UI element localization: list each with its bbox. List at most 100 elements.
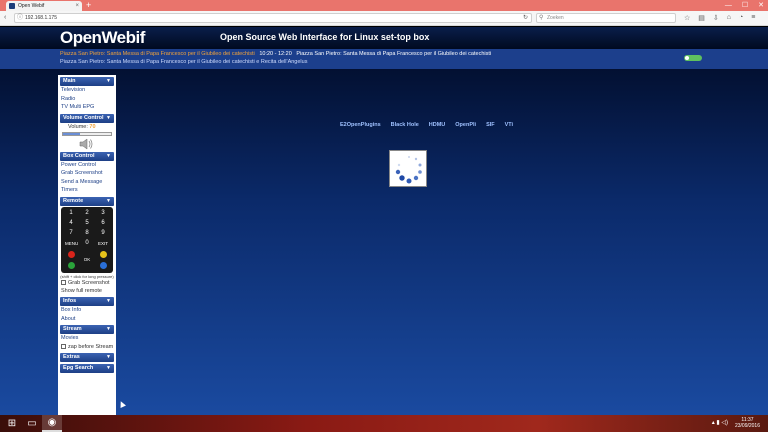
windows-start-icon[interactable]: ⊞ [2,415,22,432]
link-vti[interactable]: VTi [505,122,513,128]
star-icon[interactable]: ☆ [684,14,690,22]
remote-red-button[interactable] [68,250,75,258]
grab-screenshot-checkbox[interactable]: Grab Screenshot [58,279,116,287]
zap-before-stream-checkbox[interactable]: zap before Stream [58,343,116,351]
collapse-arrow-icon[interactable]: ▼ [106,297,111,306]
section-label: Volume Control [63,114,104,121]
section-header-volume[interactable]: Volume Control ▼ [60,113,114,123]
download-icon[interactable]: ⇩ [713,14,719,22]
remote-yellow-button[interactable] [100,250,107,258]
volume-label: Volume: [68,123,88,130]
sidebar-item-timers[interactable]: Timers [58,186,116,195]
section-label: Box Control [63,152,95,159]
section-label: Main [63,78,76,84]
collapse-arrow-icon[interactable]: ▼ [106,353,111,362]
sidebar-item-box-info[interactable]: Box Info [58,306,116,315]
remote-green-button[interactable] [68,261,75,269]
checkbox-icon[interactable] [61,344,66,349]
menu-icon[interactable]: ≡ [751,14,755,22]
file-explorer-icon[interactable]: ▭ [22,415,42,432]
sidebar-item-television[interactable]: Television [58,86,116,95]
link-black-hole[interactable]: Black Hole [391,122,419,128]
volume-slider[interactable] [62,131,112,136]
volume-value: 70 [89,123,96,130]
search-input[interactable]: ⚲ Zoeken [536,13,676,23]
openwebif-page: OpenWebif Open Source Web Interface for … [0,27,768,415]
now-playing-description: Piazza San Pietro: Santa Messa di Papa F… [60,59,308,65]
address-bar[interactable]: ⓘ 192.168.1.175 ↻ [14,13,532,23]
sidebar-item-about[interactable]: About [58,315,116,324]
now-playing-bar: Piazza San Pietro: Santa Messa di Papa F… [0,49,768,69]
tab-title: Open Webif [18,3,45,9]
remote-key-5[interactable]: 5 [81,219,93,228]
spinner-icon [395,156,422,184]
firefox-taskbar-icon[interactable]: ◉ [42,415,62,432]
sidebar-item-grab-screenshot[interactable]: Grab Screenshot [58,169,116,178]
pocket-icon[interactable]: ◔ [739,14,743,22]
collapse-arrow-icon[interactable]: ▼ [106,152,111,161]
reading-list-icon[interactable]: ▤ [698,14,705,22]
link-e2openplugins[interactable]: E2OpenPlugins [340,122,381,128]
maximize-icon[interactable]: ☐ [742,0,748,11]
section-header-epg-search[interactable]: Epg Search ▼ [60,363,114,373]
remote-key-9[interactable]: 9 [97,229,109,238]
minimize-icon[interactable]: — [725,0,732,11]
section-header-extras[interactable]: Extras ▼ [60,352,114,362]
remote-key-8[interactable]: 8 [81,229,93,238]
section-header-remote[interactable]: Remote ▼ [60,196,114,206]
url-text: 192.168.1.175 [25,15,57,21]
new-tab-button[interactable]: + [86,0,91,11]
browser-tab[interactable]: Open Webif × [6,1,82,11]
remote-key-3[interactable]: 3 [97,209,109,218]
remote-control: 1 2 3 4 5 6 7 8 9 MENU 0 EXIT OK [61,206,113,273]
section-header-box-control[interactable]: Box Control ▼ [60,151,114,161]
remote-key-7[interactable]: 7 [65,229,77,238]
close-window-icon[interactable]: ✕ [758,0,764,11]
link-openpli[interactable]: OpenPli [455,122,476,128]
collapse-arrow-icon[interactable]: ▼ [106,325,111,334]
theme-toggle[interactable] [684,55,702,61]
reload-icon[interactable]: ↻ [523,14,528,22]
now-playing-channel[interactable]: Piazza San Pietro: Santa Messa di Papa F… [60,51,255,57]
now-playing-time: 10:20 - 12:20 [259,51,292,57]
show-full-remote-link[interactable]: Show full remote [58,287,116,296]
system-tray-icons[interactable]: ▴ ▮ ◁) [712,419,728,426]
remote-key-4[interactable]: 4 [65,219,77,228]
remote-key-menu[interactable]: MENU [65,239,78,248]
collapse-arrow-icon[interactable]: ▼ [106,364,111,373]
search-icon: ⚲ [539,15,544,21]
home-icon[interactable]: ⌂ [727,14,731,22]
back-icon[interactable]: ‹ [4,14,6,21]
sidebar-item-power-control[interactable]: Power Control [58,161,116,170]
remote-key-2[interactable]: 2 [81,209,93,218]
checkbox-icon[interactable] [61,280,66,285]
remote-blue-button[interactable] [100,261,107,269]
taskbar-clock[interactable]: 11:37 23/09/2016 [735,417,760,429]
sidebar-item-radio[interactable]: Radio [58,95,116,104]
mouse-cursor-icon [118,400,126,408]
link-hdmu[interactable]: HDMU [429,122,446,128]
search-placeholder: Zoeken [547,15,564,21]
remote-key-1[interactable]: 1 [65,209,77,218]
remote-key-exit[interactable]: EXIT [97,239,109,248]
section-header-infos[interactable]: Infos ▼ [60,297,114,306]
openwebif-logo[interactable]: OpenWebif [60,28,145,48]
sidebar-item-multi-epg[interactable]: TV Multi EPG [58,103,116,112]
section-header-main[interactable]: Main ▼ [60,77,114,86]
section-header-stream[interactable]: Stream ▼ [60,325,114,334]
collapse-arrow-icon[interactable]: ▼ [106,114,111,123]
tab-close-icon[interactable]: × [75,3,79,9]
speaker-icon[interactable] [78,138,94,150]
remote-key-ok[interactable]: OK [81,255,93,264]
sidebar-item-send-message[interactable]: Send a Message [58,178,116,187]
sidebar-item-movies[interactable]: Movies [58,334,116,343]
now-playing-title: Piazza San Pietro: Santa Messa di Papa F… [296,51,492,57]
info-icon[interactable]: ⓘ [17,14,23,22]
collapse-arrow-icon[interactable]: ▼ [106,77,111,86]
checkbox-label: Grab Screenshot [68,279,110,286]
collapse-arrow-icon[interactable]: ▼ [106,197,111,206]
remote-key-0[interactable]: 0 [81,239,93,248]
window-controls: — ☐ ✕ [725,0,764,11]
link-sif[interactable]: SIF [486,122,495,128]
remote-key-6[interactable]: 6 [97,219,109,228]
